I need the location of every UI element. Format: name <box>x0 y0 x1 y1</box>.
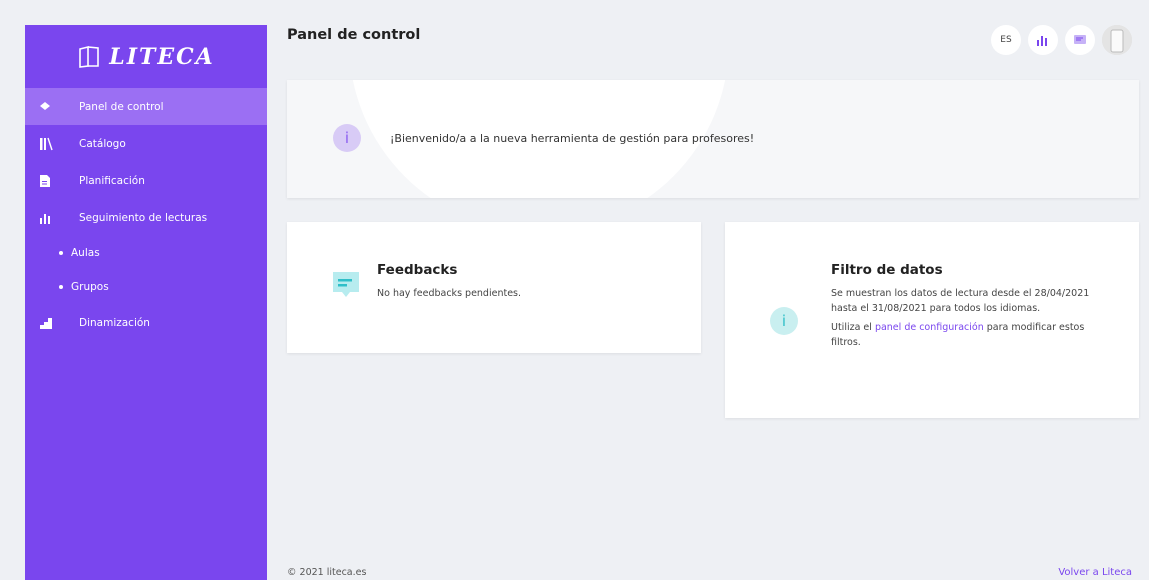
bar-chart-icon <box>1037 36 1047 46</box>
sidebar-subitem-label: Aulas <box>71 247 100 259</box>
filtro-text-2: Utiliza el panel de configuración para m… <box>831 320 1093 350</box>
config-panel-link[interactable]: panel de configuración <box>875 322 984 333</box>
top-toolbar: ES <box>991 25 1132 55</box>
sidebar-item-catalogo[interactable]: Catálogo <box>25 125 267 162</box>
sidebar-nav: Panel de control Catálogo Planificación … <box>25 88 267 341</box>
bullet-icon <box>59 251 63 255</box>
filtro-card: i Filtro de datos Se muestran los datos … <box>725 222 1139 418</box>
stats-button[interactable] <box>1028 25 1058 55</box>
bar-chart-icon <box>39 211 61 225</box>
sidebar-item-panel-de-control[interactable]: Panel de control <box>25 88 267 125</box>
language-label: ES <box>1000 35 1012 45</box>
user-icon <box>1102 25 1132 55</box>
book-logo-icon <box>79 45 100 68</box>
chat-icon <box>1074 35 1086 44</box>
sidebar-item-label: Dinamización <box>79 316 150 329</box>
stairs-chart-icon <box>39 316 61 330</box>
document-icon <box>39 174 61 188</box>
filtro-title: Filtro de datos <box>831 262 943 278</box>
sidebar-item-label: Catálogo <box>79 137 126 150</box>
filtro-text-2-pre: Utiliza el <box>831 322 875 333</box>
books-icon <box>39 137 61 151</box>
chat-icon <box>333 272 359 304</box>
back-to-liteca-link[interactable]: Volver a Liteca <box>1058 567 1132 578</box>
sidebar-item-label: Seguimiento de lecturas <box>79 211 208 224</box>
page-title: Panel de control <box>287 27 421 43</box>
sidebar-subitem-grupos[interactable]: Grupos <box>25 270 267 304</box>
diamond-icon <box>39 100 61 114</box>
bullet-icon <box>59 285 63 289</box>
logo-text: LITECA <box>109 43 215 70</box>
sidebar-subitem-label: Grupos <box>71 281 109 293</box>
welcome-text: ¡Bienvenido/a a la nueva herramienta de … <box>390 131 755 145</box>
feedbacks-card: Feedbacks No hay feedbacks pendientes. <box>287 222 701 353</box>
messages-button[interactable] <box>1065 25 1095 55</box>
sidebar-item-planificacion[interactable]: Planificación <box>25 162 267 199</box>
welcome-card: i ¡Bienvenido/a a la nueva herramienta d… <box>287 80 1139 198</box>
sidebar-item-dinamizacion[interactable]: Dinamización <box>25 304 267 341</box>
sidebar-subitem-aulas[interactable]: Aulas <box>25 236 267 270</box>
feedbacks-text: No hay feedbacks pendientes. <box>377 288 522 299</box>
sidebar: LITECA Panel de control Catálogo Planifi… <box>25 25 267 580</box>
language-button[interactable]: ES <box>991 25 1021 55</box>
logo[interactable]: LITECA <box>25 25 267 88</box>
copyright: © 2021 liteca.es <box>287 567 367 578</box>
sidebar-item-label: Planificación <box>79 174 145 187</box>
feedbacks-title: Feedbacks <box>377 262 458 278</box>
info-icon: i <box>770 307 798 335</box>
user-avatar[interactable] <box>1102 25 1132 55</box>
filtro-text: Se muestran los datos de lectura desde e… <box>831 288 1090 314</box>
sidebar-item-seguimiento[interactable]: Seguimiento de lecturas <box>25 199 267 236</box>
info-icon: i <box>333 124 361 152</box>
sidebar-item-label: Panel de control <box>79 100 164 113</box>
